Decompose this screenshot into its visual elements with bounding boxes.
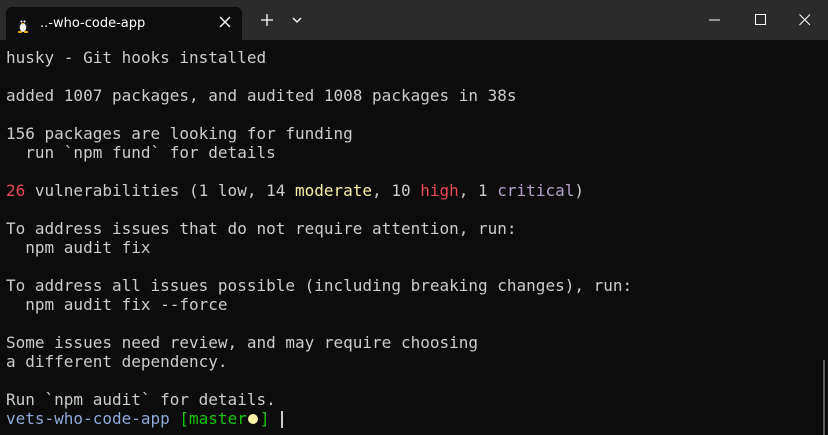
vuln-text: vulnerabilities (1 low, 14: [25, 181, 295, 200]
tab-title: ..-who-code-app: [40, 16, 146, 31]
scrollbar[interactable]: [823, 360, 825, 435]
vuln-text: , 10: [372, 181, 421, 200]
vuln-high: high: [420, 181, 459, 200]
vuln-critical: critical: [497, 181, 575, 200]
title-bar: ..-who-code-app: [0, 0, 828, 40]
vuln-moderate: moderate: [294, 181, 373, 200]
minimize-button[interactable]: [692, 0, 738, 40]
terminal-tab[interactable]: ..-who-code-app: [6, 7, 242, 40]
prompt-branch-close: ]: [259, 409, 270, 428]
vulnerabilities-line: 26 vulnerabilities (1 low, 14 moderate, …: [6, 181, 584, 200]
vuln-text: , 1: [458, 181, 498, 200]
output-line: Run `npm audit` for details.: [6, 390, 276, 409]
linux-penguin-icon: [17, 19, 29, 33]
vuln-count: 26: [6, 181, 26, 200]
terminal-output[interactable]: husky - Git hooks installed added 1007 p…: [0, 40, 828, 435]
output-line: 156 packages are looking for funding: [6, 124, 353, 143]
vuln-text: ): [574, 181, 584, 200]
chevron-down-icon[interactable]: [290, 11, 304, 29]
prompt-directory: vets-who-code-app: [6, 409, 170, 428]
output-line: husky - Git hooks installed: [6, 48, 267, 67]
output-line: a different dependency.: [6, 352, 228, 371]
text-cursor: [281, 411, 284, 428]
close-tab-icon[interactable]: [216, 13, 234, 31]
output-line: npm audit fix --force: [6, 295, 228, 314]
maximize-icon: [755, 14, 766, 25]
output-line: Some issues need review, and may require…: [6, 333, 479, 352]
git-status-dot-icon: [247, 413, 258, 424]
shell-prompt[interactable]: vets-who-code-app [master]: [6, 409, 284, 428]
minimize-icon: [709, 19, 720, 21]
new-tab-icon[interactable]: [258, 11, 276, 29]
output-line: To address all issues possible (includin…: [6, 276, 633, 295]
prompt-branch: [master: [169, 409, 247, 428]
output-line: To address issues that do not require at…: [6, 219, 517, 238]
output-line: run `npm fund` for details: [6, 143, 276, 162]
close-window-button[interactable]: [782, 0, 828, 40]
close-icon: [799, 14, 811, 26]
output-line: added 1007 packages, and audited 1008 pa…: [6, 86, 517, 105]
output-line: npm audit fix: [6, 238, 151, 257]
maximize-button[interactable]: [738, 0, 784, 40]
